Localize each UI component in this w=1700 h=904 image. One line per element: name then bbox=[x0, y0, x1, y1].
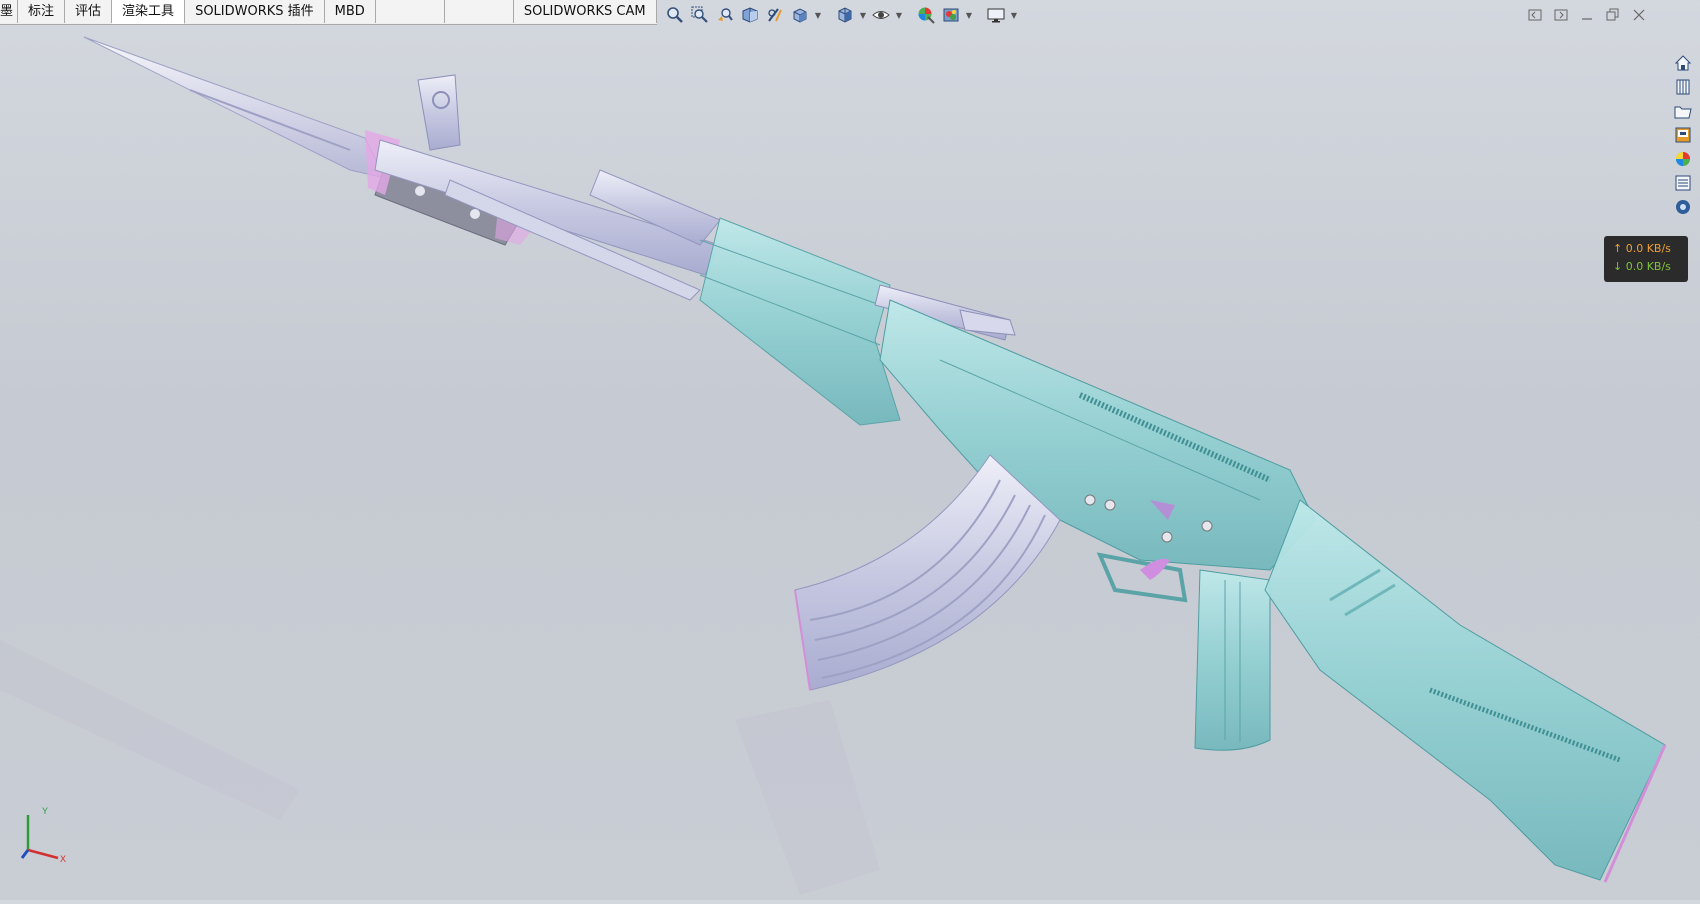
front-sight bbox=[417, 74, 461, 151]
dynamic-annotation-icon[interactable] bbox=[764, 4, 786, 26]
graphics-area[interactable]: Y X bbox=[0, 25, 1700, 900]
hide-show-dropdown-icon[interactable]: ▼ bbox=[895, 4, 903, 26]
restore-left-icon[interactable] bbox=[1526, 6, 1544, 24]
pistol-grip bbox=[1194, 569, 1271, 751]
edit-appearance-icon[interactable] bbox=[915, 4, 937, 26]
zoom-to-fit-icon[interactable] bbox=[664, 4, 686, 26]
restore-right-icon[interactable] bbox=[1552, 6, 1570, 24]
tab-solidworks-addins[interactable]: SOLIDWORKS 插件 bbox=[185, 0, 325, 23]
tab-sketch-partial[interactable]: 墨 bbox=[0, 0, 19, 23]
previous-view-icon[interactable] bbox=[714, 4, 736, 26]
floor-reflection bbox=[0, 640, 880, 895]
rifle-model[interactable]: Y X bbox=[0, 25, 1700, 900]
document-window-controls bbox=[1526, 6, 1648, 24]
tab-solidworks-cam[interactable]: SOLIDWORKS CAM bbox=[513, 0, 657, 23]
tab-render-tools[interactable]: 渲染工具 bbox=[112, 0, 186, 24]
minimize-icon[interactable] bbox=[1578, 6, 1596, 24]
triad-y-label: Y bbox=[42, 806, 48, 816]
view-settings-dropdown-icon[interactable]: ▼ bbox=[1010, 4, 1018, 26]
hide-show-items-icon[interactable] bbox=[870, 4, 892, 26]
section-view-icon[interactable] bbox=[739, 4, 761, 26]
bayonet bbox=[83, 36, 545, 246]
coordinate-triad: Y X bbox=[20, 806, 66, 864]
display-style-icon[interactable] bbox=[834, 4, 856, 26]
barrel bbox=[374, 139, 721, 301]
apply-scene-dropdown-icon[interactable]: ▼ bbox=[965, 4, 973, 26]
view-orientation-icon[interactable] bbox=[789, 4, 811, 26]
triad-x-label: X bbox=[60, 854, 66, 864]
display-style-dropdown-icon[interactable]: ▼ bbox=[859, 4, 867, 26]
view-orientation-dropdown-icon[interactable]: ▼ bbox=[814, 4, 822, 26]
view-settings-icon[interactable] bbox=[985, 4, 1007, 26]
apply-scene-icon[interactable] bbox=[940, 4, 962, 26]
close-icon[interactable] bbox=[1630, 6, 1648, 24]
command-manager-tabs: 墨 标注 评估 渲染工具 SOLIDWORKS 插件 MBD SOLIDWORK… bbox=[0, 0, 657, 25]
tab-evaluate[interactable]: 评估 bbox=[65, 0, 113, 23]
heads-up-view-toolbar: ▼ ▼ ▼ ▼ ▼ bbox=[664, 4, 1018, 26]
tab-empty-2[interactable] bbox=[444, 0, 514, 23]
tab-mbd[interactable]: MBD bbox=[324, 0, 376, 23]
magazine bbox=[794, 454, 1061, 691]
tab-markup[interactable]: 标注 bbox=[18, 0, 66, 23]
zoom-to-area-icon[interactable] bbox=[689, 4, 711, 26]
handguard bbox=[699, 217, 901, 426]
tab-empty-1[interactable] bbox=[375, 0, 445, 23]
tile-icon[interactable] bbox=[1604, 6, 1622, 24]
stock bbox=[1264, 499, 1667, 883]
